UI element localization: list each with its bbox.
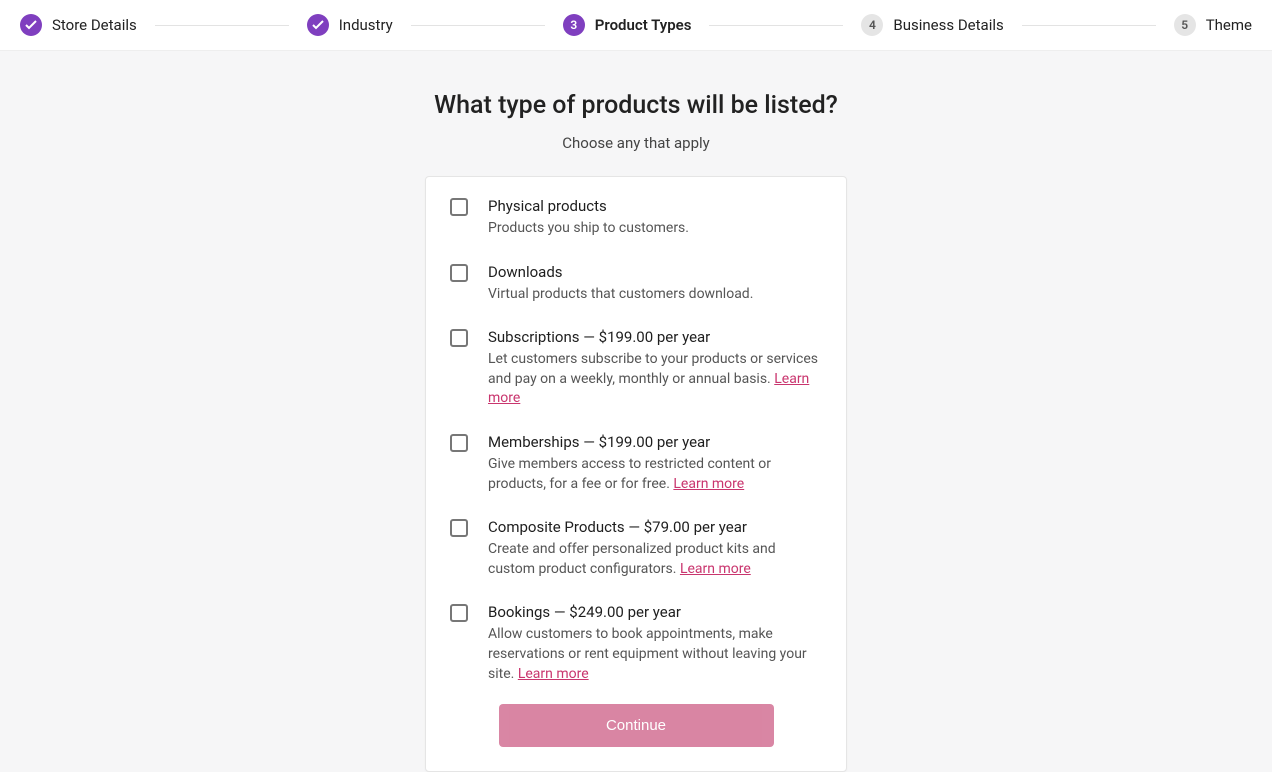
checkbox[interactable] bbox=[450, 329, 468, 347]
option-bookings[interactable]: Bookings — $249.00 per year Allow custom… bbox=[450, 603, 822, 684]
option-description: Virtual products that customers download… bbox=[488, 285, 822, 305]
page-subtitle: Choose any that apply bbox=[0, 134, 1272, 152]
option-title: Physical products bbox=[488, 197, 822, 215]
option-description: Give members access to restricted conten… bbox=[488, 455, 822, 494]
option-description: Allow customers to book appointments, ma… bbox=[488, 625, 822, 684]
product-types-card: Physical products Products you ship to c… bbox=[425, 176, 847, 772]
step-label: Business Details bbox=[893, 16, 1003, 34]
option-body: Bookings — $249.00 per year Allow custom… bbox=[488, 603, 822, 684]
step-number-icon: 3 bbox=[563, 14, 585, 36]
option-physical-products[interactable]: Physical products Products you ship to c… bbox=[450, 197, 822, 239]
option-description: Let customers subscribe to your products… bbox=[488, 350, 822, 409]
learn-more-link[interactable]: Learn more bbox=[518, 666, 589, 682]
check-icon bbox=[20, 14, 42, 36]
option-title: Bookings — $249.00 per year bbox=[488, 603, 822, 621]
step-separator bbox=[411, 25, 545, 26]
checkbox[interactable] bbox=[450, 264, 468, 282]
step-label: Industry bbox=[339, 16, 393, 34]
step-separator bbox=[155, 25, 289, 26]
step-business-details[interactable]: 4 Business Details bbox=[861, 14, 1003, 36]
option-description: Create and offer personalized product ki… bbox=[488, 540, 822, 579]
step-industry[interactable]: Industry bbox=[307, 14, 393, 36]
check-icon bbox=[307, 14, 329, 36]
option-title: Memberships — $199.00 per year bbox=[488, 433, 822, 451]
main-content: What type of products will be listed? Ch… bbox=[0, 51, 1272, 772]
option-downloads[interactable]: Downloads Virtual products that customer… bbox=[450, 263, 822, 305]
option-body: Composite Products — $79.00 per year Cre… bbox=[488, 518, 822, 579]
step-separator bbox=[709, 25, 843, 26]
checkbox[interactable] bbox=[450, 434, 468, 452]
option-title: Downloads bbox=[488, 263, 822, 281]
checkbox[interactable] bbox=[450, 604, 468, 622]
step-theme[interactable]: 5 Theme bbox=[1174, 14, 1252, 36]
step-number-icon: 5 bbox=[1174, 14, 1196, 36]
checkbox[interactable] bbox=[450, 519, 468, 537]
step-label: Store Details bbox=[52, 16, 137, 34]
option-title: Subscriptions — $199.00 per year bbox=[488, 328, 822, 346]
learn-more-link[interactable]: Learn more bbox=[673, 476, 744, 492]
option-body: Subscriptions — $199.00 per year Let cus… bbox=[488, 328, 822, 409]
step-product-types[interactable]: 3 Product Types bbox=[563, 14, 692, 36]
step-label: Theme bbox=[1206, 16, 1252, 34]
option-composite-products[interactable]: Composite Products — $79.00 per year Cre… bbox=[450, 518, 822, 579]
option-description: Products you ship to customers. bbox=[488, 219, 822, 239]
continue-button[interactable]: Continue bbox=[499, 704, 774, 747]
wizard-stepper: Store Details Industry 3 Product Types 4… bbox=[0, 0, 1272, 51]
option-subscriptions[interactable]: Subscriptions — $199.00 per year Let cus… bbox=[450, 328, 822, 409]
step-store-details[interactable]: Store Details bbox=[20, 14, 137, 36]
option-body: Downloads Virtual products that customer… bbox=[488, 263, 822, 305]
option-body: Physical products Products you ship to c… bbox=[488, 197, 822, 239]
step-separator bbox=[1022, 25, 1156, 26]
step-number-icon: 4 bbox=[861, 14, 883, 36]
learn-more-link[interactable]: Learn more bbox=[680, 561, 751, 577]
option-memberships[interactable]: Memberships — $199.00 per year Give memb… bbox=[450, 433, 822, 494]
page-title: What type of products will be listed? bbox=[0, 91, 1272, 120]
option-title: Composite Products — $79.00 per year bbox=[488, 518, 822, 536]
option-body: Memberships — $199.00 per year Give memb… bbox=[488, 433, 822, 494]
step-label: Product Types bbox=[595, 16, 692, 34]
checkbox[interactable] bbox=[450, 198, 468, 216]
